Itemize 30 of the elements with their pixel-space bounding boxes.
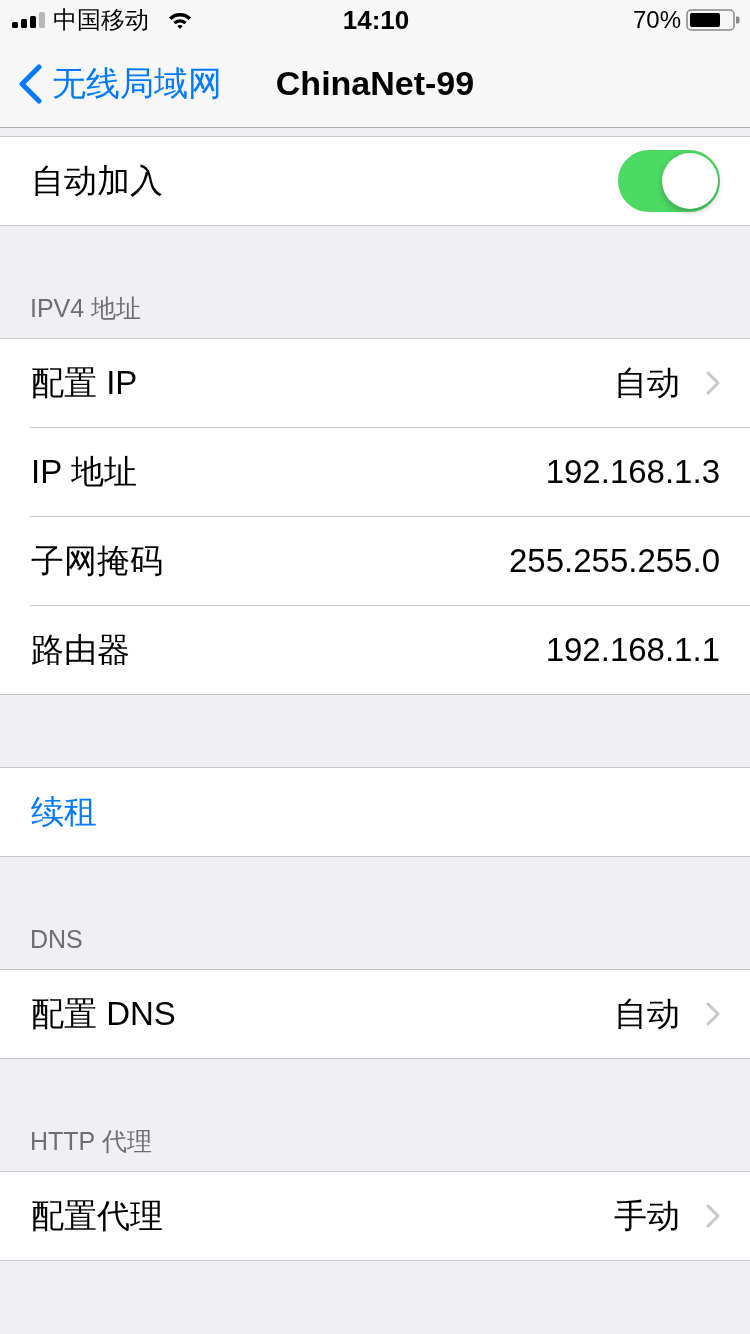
signal-icon: [12, 12, 46, 28]
row-label: 配置 IP: [31, 362, 139, 403]
chevron-right-icon: [706, 1204, 720, 1228]
row-value: 192.168.1.1: [545, 631, 720, 669]
row-value: 自动: [614, 993, 680, 1034]
carrier-name: 中国移动: [53, 5, 149, 35]
row-value: 255.255.255.0: [508, 542, 720, 580]
row-label: IP 地址: [31, 451, 138, 492]
nav-title: ChinaNet-99: [275, 64, 475, 103]
section-header: IPV4 地址: [30, 293, 142, 323]
back-button[interactable]: 无线局域网: [0, 60, 222, 107]
chevron-right-icon: [706, 371, 720, 395]
row-label: 配置代理: [31, 1195, 164, 1236]
row-label: 自动加入: [31, 160, 164, 201]
chevron-left-icon: [18, 63, 42, 104]
row-label: 路由器: [31, 629, 131, 670]
action-link[interactable]: 续租: [31, 789, 97, 835]
row-label: 子网掩码: [31, 540, 164, 581]
row-value: 192.168.1.3: [545, 453, 720, 491]
wifi-icon: [168, 11, 192, 29]
battery-percent: 70%: [632, 6, 681, 34]
section-header: HTTP 代理: [30, 1126, 152, 1156]
row-label: 配置 DNS: [31, 993, 177, 1034]
toggle-switch[interactable]: [618, 150, 720, 212]
battery-icon: [686, 9, 740, 31]
row-value: 自动: [614, 362, 680, 403]
status-time: 14:10: [342, 4, 410, 36]
section-header: DNS: [30, 924, 83, 954]
row-value: 手动: [614, 1195, 680, 1236]
chevron-right-icon: [706, 1002, 720, 1026]
